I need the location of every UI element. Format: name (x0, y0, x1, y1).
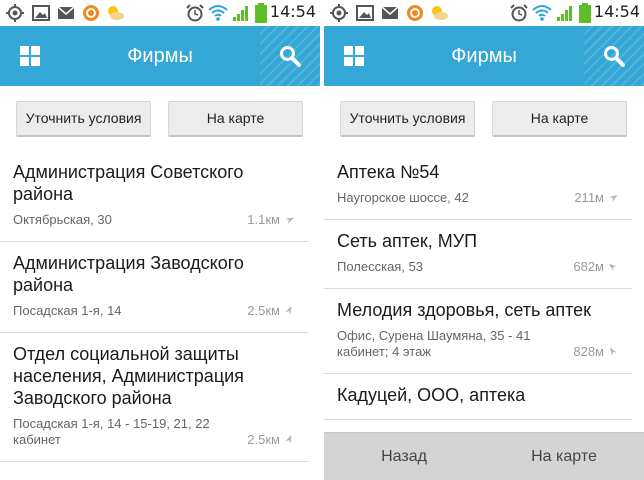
signal-icon (557, 6, 572, 21)
image-icon (356, 5, 374, 21)
firm-name: Администрация Заводского района (13, 253, 244, 295)
list-item[interactable]: Сеть аптек, МУП Полесская, 53 682м (324, 220, 632, 289)
list-item[interactable]: Аптека №54 Наугорское шоссе, 42 211м (324, 151, 632, 220)
bottom-map-button[interactable]: На карте (484, 433, 644, 480)
location-icon (330, 4, 348, 22)
page-title: Фирмы (127, 45, 193, 67)
search-button[interactable] (260, 26, 320, 86)
weather-icon (432, 6, 448, 20)
app-bar: Фирмы (324, 26, 644, 86)
firm-name: Администрация Советского района (13, 162, 244, 204)
distance-value: 211м (574, 190, 604, 205)
distance-value: 2.5км (247, 432, 280, 447)
direction-arrow-icon (609, 194, 618, 202)
weather-icon (108, 6, 124, 20)
image-icon (32, 5, 50, 21)
status-bar: 14:54 (324, 0, 644, 26)
direction-arrow-icon (608, 263, 617, 271)
firm-name: Сеть аптек, МУП (337, 231, 478, 251)
refine-conditions-button[interactable]: Уточнить условия (340, 101, 475, 137)
firm-address: Полесская, 53 (337, 259, 424, 274)
phone-screen-right: 14:54 Фирмы Уточнить условия На карте Ап… (324, 0, 644, 480)
status-bar: 14:54 (0, 0, 320, 26)
firm-distance: 211м (574, 190, 618, 206)
firm-distance: 2.5км (247, 303, 294, 319)
firm-list: Администрация Советского района Октябрьс… (0, 151, 320, 462)
app-icon (83, 5, 99, 21)
status-time: 14:54 (593, 2, 640, 21)
firm-list: Аптека №54 Наугорское шоссе, 42 211м Сет… (324, 151, 644, 420)
firm-address: Наугорское шоссе, 42 (337, 190, 469, 205)
search-icon (604, 46, 625, 67)
filter-bar: Уточнить условия На карте (324, 101, 644, 139)
back-button[interactable]: Назад (324, 433, 484, 480)
distance-value: 2.5км (247, 303, 280, 318)
battery-icon (255, 3, 267, 23)
filter-bar: Уточнить условия На карте (0, 101, 320, 139)
app-icon (407, 5, 423, 21)
firm-address: Посадская 1-я, 14 - 15-19, 21, 22 кабине… (13, 416, 210, 447)
list-item[interactable]: Администрация Советского района Октябрьс… (0, 151, 308, 242)
grid-menu-button[interactable] (0, 26, 60, 86)
alarm-icon (510, 4, 528, 22)
show-on-map-button[interactable]: На карте (492, 101, 627, 137)
firm-address: Октябрьская, 30 (13, 212, 112, 227)
page-title: Фирмы (451, 45, 517, 67)
grid-menu-button[interactable] (324, 26, 384, 86)
alarm-icon (186, 4, 204, 22)
firm-name: Мелодия здоровья, сеть аптек (337, 300, 592, 320)
list-item[interactable]: Администрация Заводского района Посадска… (0, 242, 308, 333)
firm-distance: 828м (573, 344, 618, 360)
refine-conditions-button[interactable]: Уточнить условия (16, 101, 151, 137)
direction-arrow-icon (285, 305, 292, 315)
grid-icon (344, 46, 364, 66)
list-item[interactable]: Кадуцей, ООО, аптека (324, 374, 632, 420)
status-time: 14:54 (269, 2, 316, 21)
mail-icon (381, 6, 399, 19)
direction-arrow-icon (285, 217, 295, 224)
firm-distance: 1.1км (247, 212, 295, 228)
search-icon (280, 46, 301, 67)
distance-value: 1.1км (247, 212, 280, 227)
firm-name: Отдел социальной защиты населения, Админ… (13, 344, 244, 408)
wifi-icon (208, 5, 228, 21)
grid-icon (20, 46, 40, 66)
search-button[interactable] (584, 26, 644, 86)
location-icon (6, 4, 24, 22)
show-on-map-button[interactable]: На карте (168, 101, 303, 137)
firm-name: Кадуцей, ООО, аптека (337, 385, 526, 405)
battery-icon (579, 3, 591, 23)
signal-icon (233, 6, 248, 21)
wifi-icon (532, 5, 552, 21)
distance-value: 828м (573, 344, 604, 359)
phone-screen-left: 14:54 Фирмы Уточнить условия На карте Ад… (0, 0, 320, 480)
firm-name: Аптека №54 (337, 162, 440, 182)
direction-arrow-icon (609, 347, 617, 356)
mail-icon (57, 6, 75, 19)
firm-address: Посадская 1-я, 14 (13, 303, 122, 318)
distance-value: 682м (573, 259, 604, 274)
firm-distance: 2.5км (247, 432, 294, 448)
list-item[interactable]: Отдел социальной защиты населения, Админ… (0, 333, 308, 462)
firm-distance: 682м (573, 259, 618, 275)
firm-address: Офис, Сурена Шаумяна, 35 - 41 кабинет; 4… (337, 328, 531, 359)
list-item[interactable]: Мелодия здоровья, сеть аптек Офис, Сурен… (324, 289, 632, 374)
bottom-action-bar: Назад На карте (324, 432, 644, 480)
app-bar: Фирмы (0, 26, 320, 86)
direction-arrow-icon (285, 434, 292, 444)
